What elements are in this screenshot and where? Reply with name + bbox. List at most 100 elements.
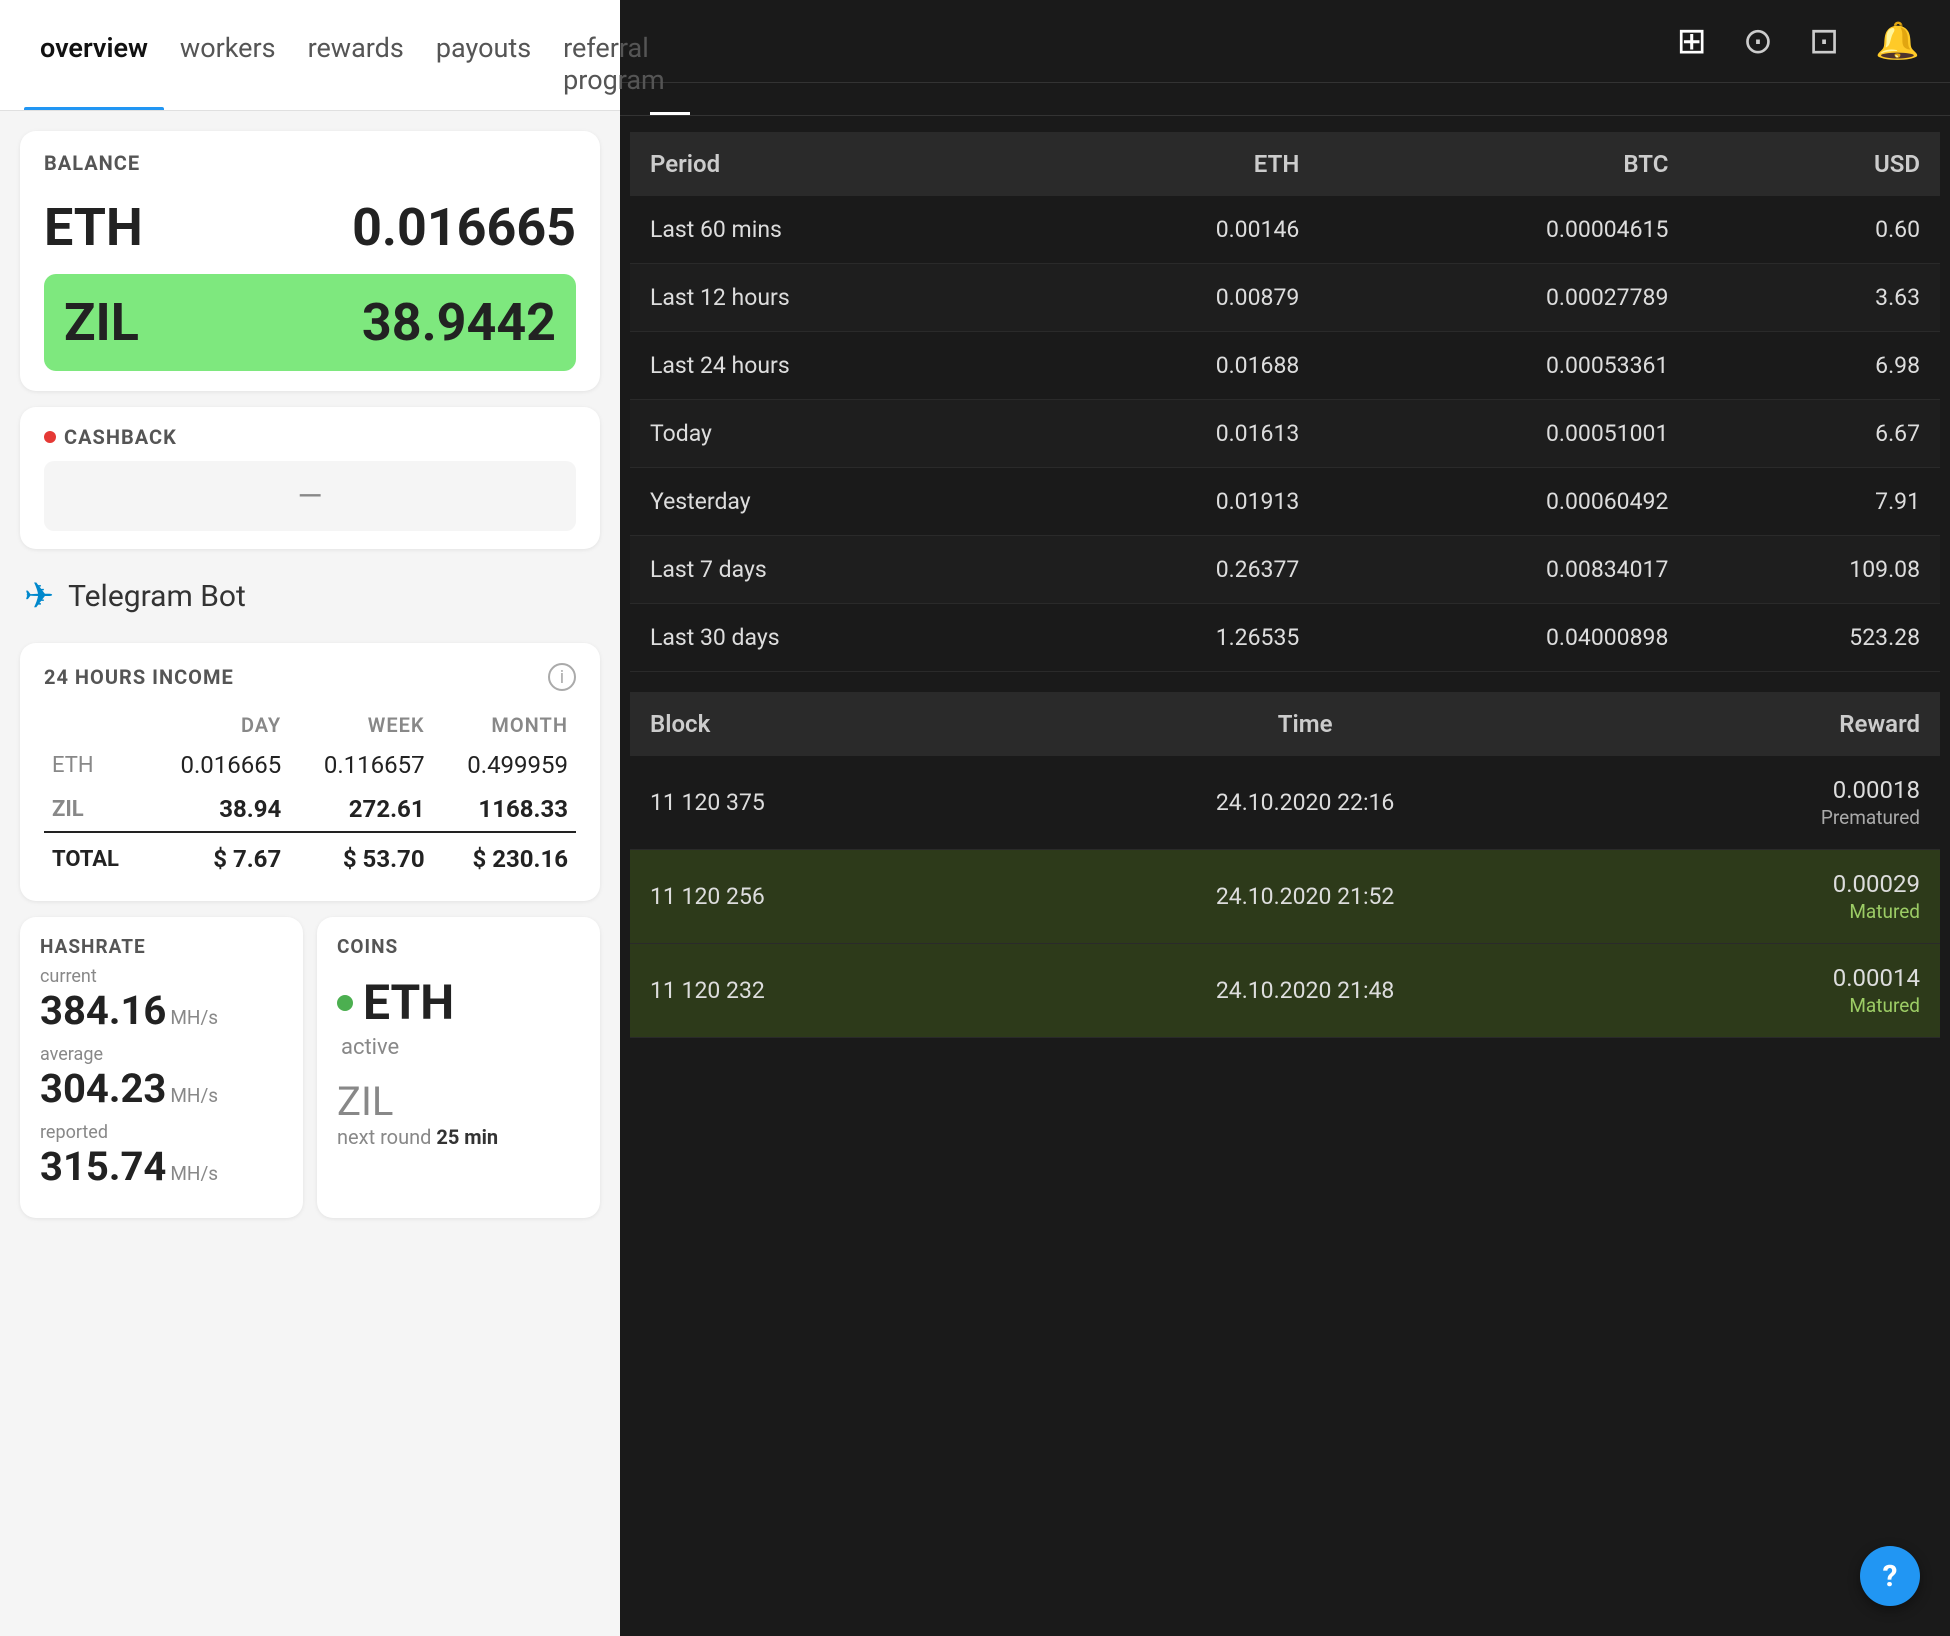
table-row: 11 120 256 24.10.2020 21:52 0.00029 Matu… (630, 850, 1940, 944)
info-icon[interactable]: i (548, 663, 576, 691)
nav-item-rewards[interactable]: rewards (292, 18, 420, 110)
bell-icon[interactable]: 🔔 (1875, 20, 1920, 62)
left-content: BALANCE ETH 0.016665 ZIL 38.9442 CASHBAC… (0, 111, 620, 1238)
usd-cell: 3.63 (1688, 264, 1940, 332)
btc-cell: 0.00053361 (1319, 332, 1688, 400)
usd-cell: 0.60 (1688, 196, 1940, 264)
telegram-icon: ✈ (24, 575, 54, 617)
hashrate-current-label: current (40, 966, 283, 987)
hashrate-title: HASHRATE (40, 935, 283, 958)
table-row: Last 12 hours 0.00879 0.00027789 3.63 (630, 264, 1940, 332)
block-cell: 11 120 375 (630, 756, 1026, 850)
income-zil-label: ZIL (44, 787, 146, 832)
telegram-row[interactable]: ✈ Telegram Bot (20, 565, 600, 627)
reward-cell: 0.00018 Prematured (1584, 756, 1940, 850)
btc-cell: 0.00004615 (1319, 196, 1688, 264)
income-eth-day: 0.016665 (146, 743, 289, 787)
income-col-day: DAY (146, 707, 289, 743)
eth-cell: 0.00879 (1038, 264, 1319, 332)
coin-eth-name: ETH (363, 974, 454, 1031)
earnings-col-btc: BTC (1319, 132, 1688, 196)
income-zil-day: 38.94 (146, 787, 289, 832)
balance-card: BALANCE ETH 0.016665 ZIL 38.9442 (20, 131, 600, 391)
cashback-text: CASHBACK (64, 425, 177, 449)
earnings-table: Period ETH BTC USD Last 60 mins 0.00146 … (630, 132, 1940, 672)
eth-cell: 0.00146 (1038, 196, 1319, 264)
income-zil-week: 272.61 (289, 787, 432, 832)
right-panel: ⊞ ⊙ ⊡ 🔔 Period ETH BTC USD Last 60 mi (620, 0, 1950, 1636)
folder-icon[interactable]: ⊡ (1809, 20, 1839, 62)
red-dot-icon (44, 431, 56, 443)
right-content: Period ETH BTC USD Last 60 mins 0.00146 … (620, 116, 1950, 1054)
table-row: TOTAL $ 7.67 $ 53.70 $ 230.16 (44, 832, 576, 881)
income-zil-month: 1168.33 (433, 787, 576, 832)
nav-item-workers[interactable]: workers (164, 18, 292, 110)
hashrate-reported-value: 315.74 MH/s (40, 1143, 283, 1190)
earnings-col-period: Period (630, 132, 1038, 196)
period-cell: Last 60 mins (630, 196, 1038, 264)
eth-cell: 0.01688 (1038, 332, 1319, 400)
coins-title: COINS (337, 935, 580, 958)
income-total-month: $ 230.16 (433, 832, 576, 881)
block-cell: 11 120 232 (630, 944, 1026, 1038)
hashrate-current-row: current 384.16 MH/s (40, 966, 283, 1034)
table-row: 11 120 232 24.10.2020 21:48 0.00014 Matu… (630, 944, 1940, 1038)
btc-cell: 0.00834017 (1319, 536, 1688, 604)
cashback-card: CASHBACK — (20, 407, 600, 549)
earnings-col-eth: ETH (1038, 132, 1319, 196)
hashrate-average-label: average (40, 1044, 283, 1065)
coin-eth-status: active (337, 1035, 580, 1060)
income-total-label: TOTAL (44, 832, 146, 881)
earnings-section: Period ETH BTC USD Last 60 mins 0.00146 … (620, 132, 1950, 672)
zil-coin-label: ZIL (64, 292, 139, 353)
coin-zil-section: ZIL next round 25 min (337, 1078, 580, 1149)
blocks-col-reward: Reward (1584, 692, 1940, 756)
btc-cell: 0.04000898 (1319, 604, 1688, 672)
coins-card: COINS ETH active ZIL next round 25 min (317, 917, 600, 1218)
coin-zil-sub: next round 25 min (337, 1125, 580, 1149)
cashback-value: — (44, 461, 576, 531)
hashrate-card: HASHRATE current 384.16 MH/s average 304… (20, 917, 303, 1218)
blocks-section: Block Time Reward 11 120 375 24.10.2020 … (620, 692, 1950, 1038)
earnings-col-usd: USD (1688, 132, 1940, 196)
usd-cell: 6.98 (1688, 332, 1940, 400)
right-tab-active[interactable] (650, 83, 690, 115)
btc-cell: 0.00051001 (1319, 400, 1688, 468)
table-row: ZIL 38.94 272.61 1168.33 (44, 787, 576, 832)
income-col-week: WEEK (289, 707, 432, 743)
table-row: Last 60 mins 0.00146 0.00004615 0.60 (630, 196, 1940, 264)
period-cell: Yesterday (630, 468, 1038, 536)
period-cell: Last 30 days (630, 604, 1038, 672)
income-eth-label: ETH (44, 743, 146, 787)
nav-item-payouts[interactable]: payouts (420, 18, 547, 110)
nav-item-overview[interactable]: overview (24, 18, 164, 110)
blocks-col-block: Block (630, 692, 1026, 756)
eth-cell: 1.26535 (1038, 604, 1319, 672)
period-cell: Today (630, 400, 1038, 468)
swap-icon[interactable]: ⊙ (1743, 20, 1773, 62)
income-total-day: $ 7.67 (146, 832, 289, 881)
layers-icon[interactable]: ⊞ (1677, 20, 1707, 62)
main-nav: overview workers rewards payouts referra… (0, 0, 620, 111)
usd-cell: 6.67 (1688, 400, 1940, 468)
income-table: DAY WEEK MONTH ETH 0.016665 0.116657 0.4… (44, 707, 576, 881)
income-header: 24 HOURS INCOME i (44, 663, 576, 691)
table-row: 11 120 375 24.10.2020 22:16 0.00018 Prem… (630, 756, 1940, 850)
table-row: Today 0.01613 0.00051001 6.67 (630, 400, 1940, 468)
bottom-row: HASHRATE current 384.16 MH/s average 304… (20, 917, 600, 1218)
time-cell: 24.10.2020 22:16 (1026, 756, 1585, 850)
blocks-table: Block Time Reward 11 120 375 24.10.2020 … (630, 692, 1940, 1038)
telegram-label: Telegram Bot (68, 579, 246, 614)
help-button[interactable]: ? (1860, 1546, 1920, 1606)
balance-zil-row: ZIL 38.9442 (44, 274, 576, 371)
eth-cell: 0.26377 (1038, 536, 1319, 604)
time-cell: 24.10.2020 21:52 (1026, 850, 1585, 944)
table-row: ETH 0.016665 0.116657 0.499959 (44, 743, 576, 787)
time-cell: 24.10.2020 21:48 (1026, 944, 1585, 1038)
hashrate-average-value: 304.23 MH/s (40, 1065, 283, 1112)
income-eth-week: 0.116657 (289, 743, 432, 787)
hashrate-reported-row: reported 315.74 MH/s (40, 1122, 283, 1190)
income-col-coin (44, 707, 146, 743)
right-tabs (620, 83, 1950, 116)
eth-cell: 0.01613 (1038, 400, 1319, 468)
